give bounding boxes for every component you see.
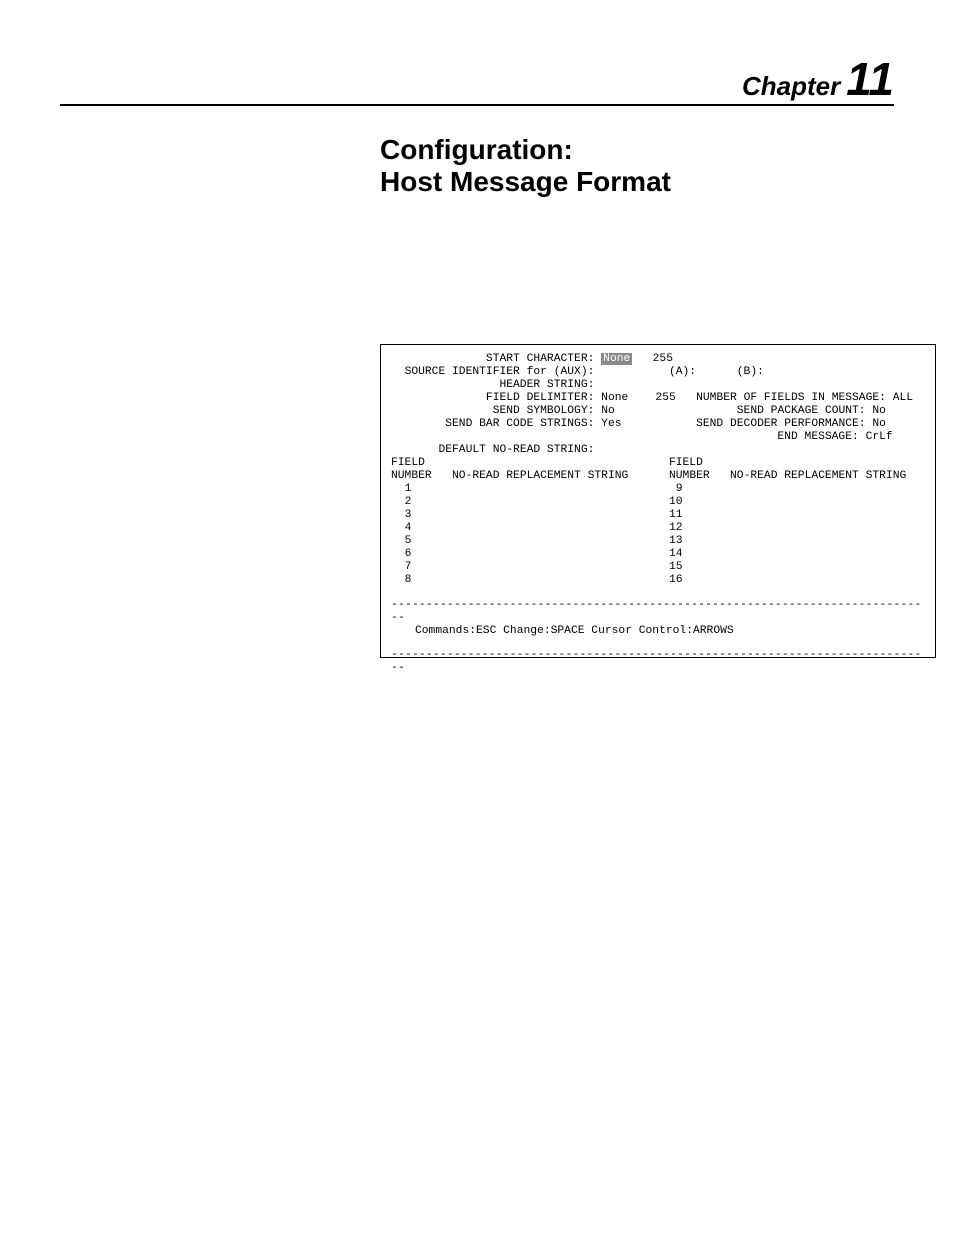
- send-decoder-value[interactable]: No: [872, 418, 886, 430]
- field-row-left: 8: [405, 574, 412, 586]
- blank: [391, 366, 405, 378]
- send-bar-code-value[interactable]: Yes: [601, 418, 621, 430]
- field-delim-value[interactable]: None: [601, 392, 628, 404]
- change-value: SPACE: [551, 625, 585, 637]
- field-row-left: 5: [405, 535, 412, 547]
- blank: [391, 405, 493, 417]
- title-line-2: Host Message Format: [380, 166, 671, 198]
- right-col-hdr3: NO-READ REPLACEMENT STRING: [730, 470, 906, 482]
- send-pkg-value[interactable]: No: [872, 405, 886, 417]
- field-row-left: 1: [405, 483, 412, 495]
- divider-top: ----------------------------------------…: [391, 599, 925, 625]
- blank: [391, 444, 438, 456]
- cursor-label: Cursor Control:: [591, 625, 693, 637]
- left-col-hdr1: FIELD: [391, 457, 425, 469]
- blank: [391, 418, 445, 430]
- chapter-header: Chapter11: [60, 56, 894, 106]
- field-delim-label: FIELD DELIMITER:: [486, 392, 594, 404]
- default-noread-label: DEFAULT NO-READ STRING:: [438, 444, 594, 456]
- cursor-value: ARROWS: [693, 625, 734, 637]
- field-row-right: 15: [669, 561, 683, 573]
- chapter-label: Chapter: [742, 71, 840, 101]
- title-line-1: Configuration:: [380, 134, 671, 166]
- field-row-left: 2: [405, 496, 412, 508]
- chapter-number: 11: [846, 53, 894, 105]
- page-title: Configuration: Host Message Format: [380, 134, 671, 198]
- num-fields-label: NUMBER OF FIELDS IN MESSAGE:: [696, 392, 886, 404]
- change-label: Change:: [503, 625, 550, 637]
- blank: [391, 353, 486, 365]
- start-char-code: 255: [653, 353, 673, 365]
- blank: [391, 392, 486, 404]
- field-row-right: 11: [669, 509, 683, 521]
- command-help-line: Commands:ESC Change:SPACE Cursor Control…: [391, 625, 925, 637]
- left-col-hdr3: NO-READ REPLACEMENT STRING: [452, 470, 628, 482]
- cmd-label: Commands:: [415, 625, 476, 637]
- field-row-right: 14: [669, 548, 683, 560]
- header-string-label: HEADER STRING:: [499, 379, 594, 391]
- field-row-left: 3: [405, 509, 412, 521]
- end-msg-label: END MESSAGE:: [777, 431, 858, 443]
- field-row-left: 7: [405, 561, 412, 573]
- send-pkg-label: SEND PACKAGE COUNT:: [737, 405, 866, 417]
- blank: [391, 379, 499, 391]
- source-id-b[interactable]: (B):: [737, 366, 764, 378]
- send-symbology-label: SEND SYMBOLOGY:: [493, 405, 595, 417]
- send-symbology-value[interactable]: No: [601, 405, 615, 417]
- num-fields-value[interactable]: ALL: [893, 392, 913, 404]
- right-col-hdr1: FIELD: [669, 457, 703, 469]
- field-row-left: 4: [405, 522, 412, 534]
- blank: [391, 431, 777, 443]
- field-delim-code: 255: [655, 392, 675, 404]
- field-row-right: 13: [669, 535, 683, 547]
- start-char-label: START CHARACTER:: [486, 353, 594, 365]
- terminal-content: START CHARACTER: None 255 SOURCE IDENTIF…: [391, 353, 925, 587]
- cmd-value: ESC: [476, 625, 496, 637]
- field-row-right: 16: [669, 574, 683, 586]
- field-row-right: 9: [676, 483, 683, 495]
- divider-bottom: ----------------------------------------…: [391, 649, 925, 675]
- send-bar-code-label: SEND BAR CODE STRINGS:: [445, 418, 594, 430]
- terminal-screen: START CHARACTER: None 255 SOURCE IDENTIF…: [380, 344, 936, 658]
- field-row-left: 6: [405, 548, 412, 560]
- field-row-right: 12: [669, 522, 683, 534]
- field-row-right: 10: [669, 496, 683, 508]
- end-msg-value[interactable]: CrLf: [866, 431, 893, 443]
- source-id-a[interactable]: (A):: [669, 366, 696, 378]
- send-decoder-label: SEND DECODER PERFORMANCE:: [696, 418, 865, 430]
- source-id-label: SOURCE IDENTIFIER for (AUX):: [405, 366, 595, 378]
- right-col-hdr2: NUMBER: [669, 470, 710, 482]
- start-char-field[interactable]: None: [601, 353, 632, 365]
- left-col-hdr2: NUMBER: [391, 470, 432, 482]
